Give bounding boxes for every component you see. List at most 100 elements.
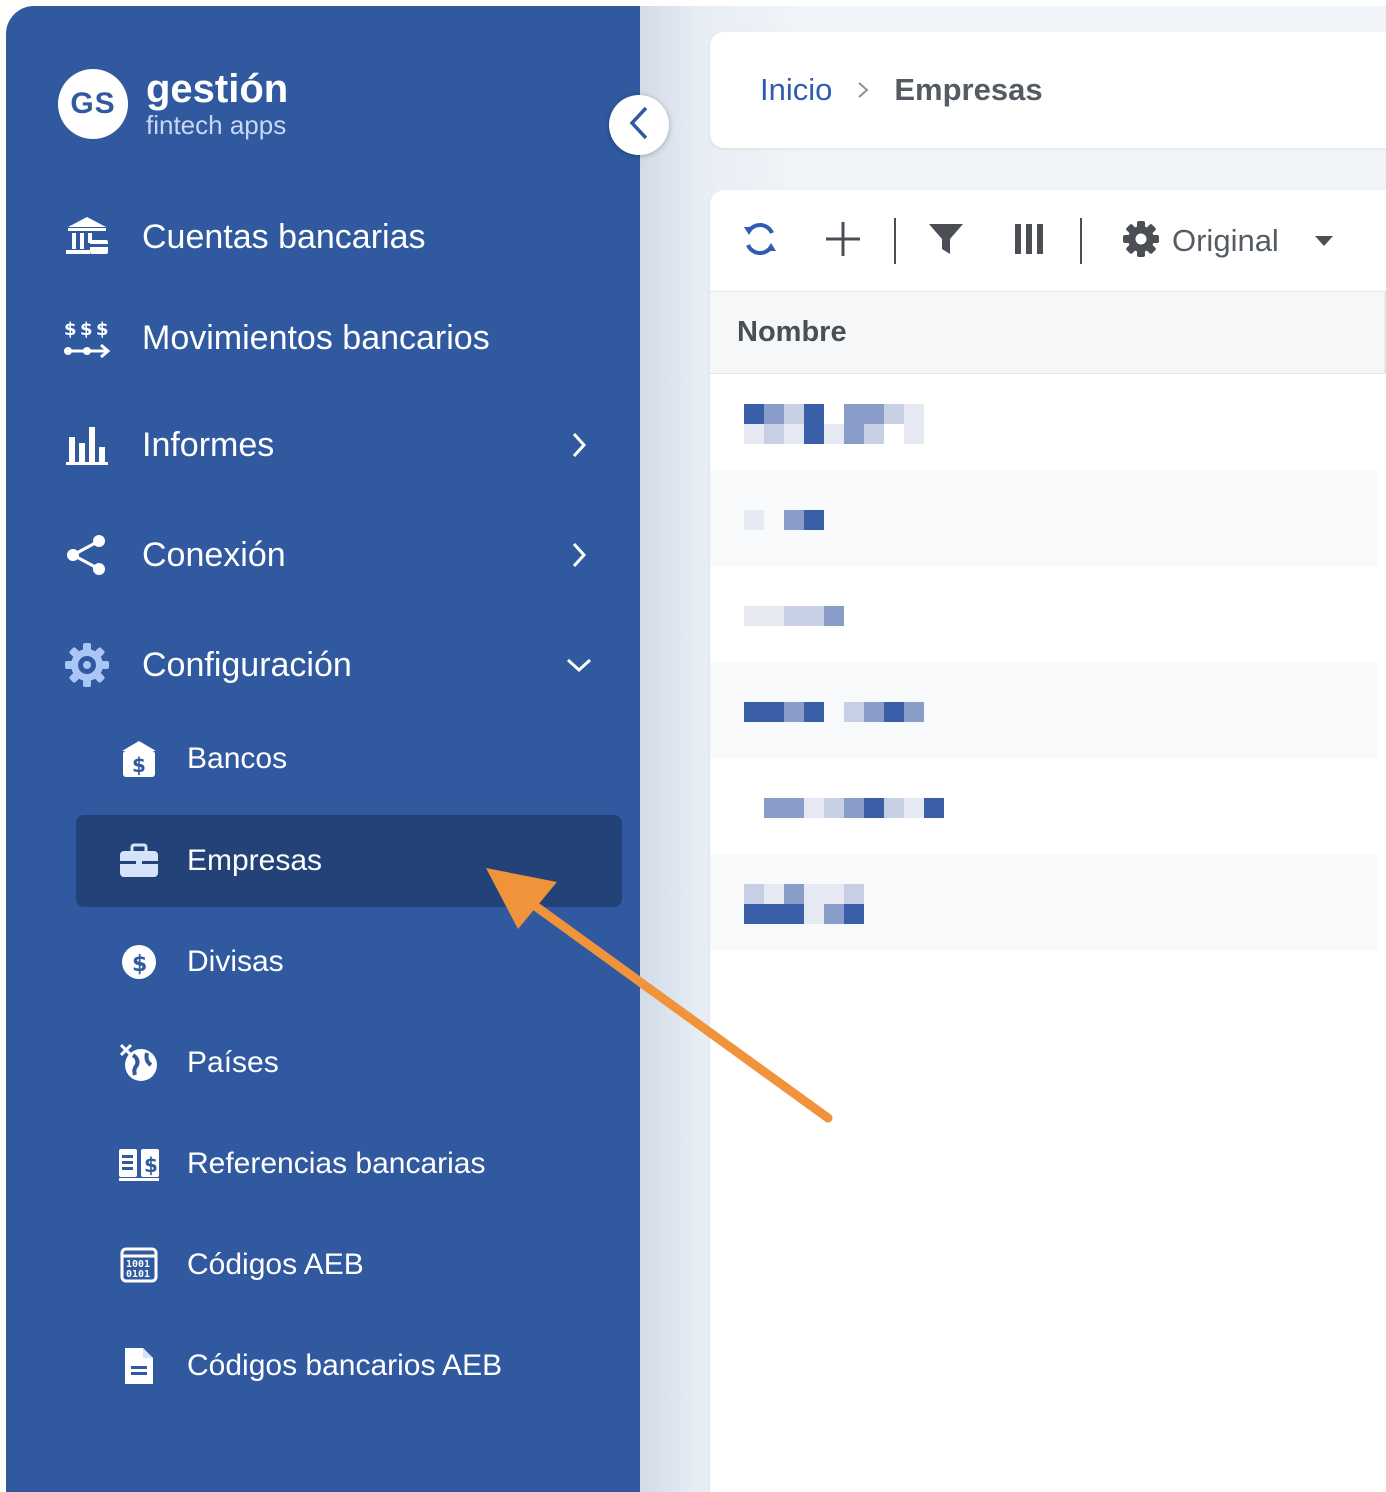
chevron-left-icon: [627, 105, 651, 146]
redacted-pixel: [884, 702, 904, 722]
sidebar-item-codigos-bancarios-aeb[interactable]: Códigos bancarios AEB: [76, 1320, 622, 1412]
filter-icon: [928, 222, 964, 261]
redacted-pixel: [764, 798, 784, 818]
redacted-pixel: [764, 424, 784, 444]
redacted-pixel: [764, 606, 784, 626]
redacted-pixel: [764, 904, 784, 924]
sidebar-item-referencias-bancarias[interactable]: $ Referencias bancarias: [76, 1118, 622, 1210]
chevron-down-icon: [564, 650, 594, 680]
table-toolbar: Original: [710, 190, 1386, 292]
sidebar-item-configuracion[interactable]: Configuración: [58, 630, 598, 700]
redacted-pixel: [824, 424, 844, 444]
money-transfer-icon: $ $ $: [58, 315, 116, 361]
sidebar-item-cuentas-bancarias[interactable]: Cuentas bancarias: [58, 202, 598, 272]
sidebar-item-label: Cuentas bancarias: [142, 218, 426, 257]
svg-text:$: $: [80, 319, 93, 340]
view-select[interactable]: Original: [1122, 216, 1333, 266]
redacted-pixel: [824, 884, 844, 904]
table-row[interactable]: [710, 758, 1378, 854]
breadcrumb-home-link[interactable]: Inicio: [760, 72, 832, 108]
brand-logo: GS: [58, 69, 128, 139]
redacted-pixel: [844, 404, 864, 424]
redacted-pixel: [784, 798, 804, 818]
redacted-pixel: [744, 702, 764, 722]
redacted-pixel: [864, 798, 884, 818]
gear-icon: [58, 642, 116, 688]
sidebar-item-label: Bancos: [187, 742, 287, 776]
sidebar-item-label: Informes: [142, 426, 274, 465]
breadcrumb-current: Empresas: [894, 72, 1042, 108]
sidebar-item-empresas[interactable]: Empresas: [76, 815, 622, 907]
globe-icon: [118, 1043, 160, 1083]
toolbar-divider: [1080, 218, 1082, 264]
settings-gear-icon: [1122, 220, 1160, 263]
dollar-circle-icon: $: [118, 944, 160, 980]
chevron-right-icon: [564, 430, 594, 460]
breadcrumb-separator-icon: [856, 80, 870, 100]
table-row[interactable]: [710, 374, 1378, 470]
table-row[interactable]: [710, 470, 1378, 566]
sidebar-item-divisas[interactable]: $ Divisas: [76, 916, 622, 1008]
redacted-pixel: [844, 884, 864, 904]
redacted-pixel: [744, 884, 764, 904]
redacted-pixel: [804, 510, 824, 530]
redacted-pixel: [824, 904, 844, 924]
redacted-pixel: [744, 424, 764, 444]
redacted-pixel: [844, 798, 864, 818]
table-row[interactable]: [710, 854, 1378, 950]
sidebar-item-informes[interactable]: Informes: [58, 410, 598, 480]
redacted-pixel: [904, 798, 924, 818]
sidebar-item-conexion[interactable]: Conexión: [58, 520, 598, 590]
sidebar-item-movimientos-bancarios[interactable]: $ $ $ Movimientos bancarios: [58, 303, 598, 373]
redacted-pixel: [904, 702, 924, 722]
chevron-right-icon: [564, 540, 594, 570]
columns-button[interactable]: [1004, 216, 1054, 266]
toolbar-divider: [894, 218, 896, 264]
redacted-pixel: [844, 424, 864, 444]
sidebar-item-label: Empresas: [187, 844, 322, 878]
redacted-pixel: [904, 424, 924, 444]
data-table-card: Original Nombre: [710, 190, 1386, 1492]
redacted-pixel: [764, 702, 784, 722]
column-header-nombre[interactable]: Nombre: [737, 316, 847, 349]
redacted-pixel: [844, 904, 864, 924]
sidebar-item-codigos-aeb[interactable]: 1001 0101 Códigos AEB: [76, 1219, 622, 1311]
redacted-pixel: [784, 510, 804, 530]
redacted-pixel: [804, 798, 824, 818]
columns-icon: [1014, 223, 1044, 260]
sidebar-item-bancos[interactable]: $ Bancos: [76, 713, 622, 805]
breadcrumb: Inicio Empresas: [710, 32, 1386, 148]
plus-icon: [824, 220, 862, 263]
redacted-pixel: [744, 510, 764, 530]
redacted-pixel: [744, 606, 764, 626]
redacted-pixel: [804, 904, 824, 924]
sidebar-item-label: Códigos bancarios AEB: [187, 1349, 502, 1383]
refresh-icon: [740, 219, 780, 264]
redacted-pixel: [884, 798, 904, 818]
table-row[interactable]: [710, 662, 1378, 758]
caret-down-icon: [1315, 235, 1333, 247]
redacted-pixel: [804, 884, 824, 904]
svg-text:0101: 0101: [126, 1269, 150, 1280]
redacted-pixel: [804, 404, 824, 424]
brand-title: gestión: [146, 68, 288, 110]
sidebar-collapse-button[interactable]: [609, 95, 669, 155]
table-row[interactable]: [710, 566, 1378, 662]
redacted-pixel: [804, 702, 824, 722]
bank-dollar-icon: $: [118, 739, 160, 779]
bar-chart-icon: [58, 423, 116, 467]
redacted-pixel: [784, 884, 804, 904]
add-button[interactable]: [818, 216, 868, 266]
brand[interactable]: GS gestión fintech apps: [58, 68, 288, 140]
redacted-pixel: [864, 702, 884, 722]
svg-text:$: $: [144, 1153, 158, 1177]
svg-text:$: $: [132, 753, 146, 777]
svg-text:$: $: [132, 952, 147, 977]
redacted-pixel: [784, 424, 804, 444]
bank-icon: [58, 214, 116, 260]
filter-button[interactable]: [921, 216, 971, 266]
sidebar-item-paises[interactable]: Países: [76, 1017, 622, 1109]
sidebar-item-label: Conexión: [142, 536, 286, 575]
refresh-button[interactable]: [735, 216, 785, 266]
book-dollar-icon: $: [118, 1146, 160, 1182]
